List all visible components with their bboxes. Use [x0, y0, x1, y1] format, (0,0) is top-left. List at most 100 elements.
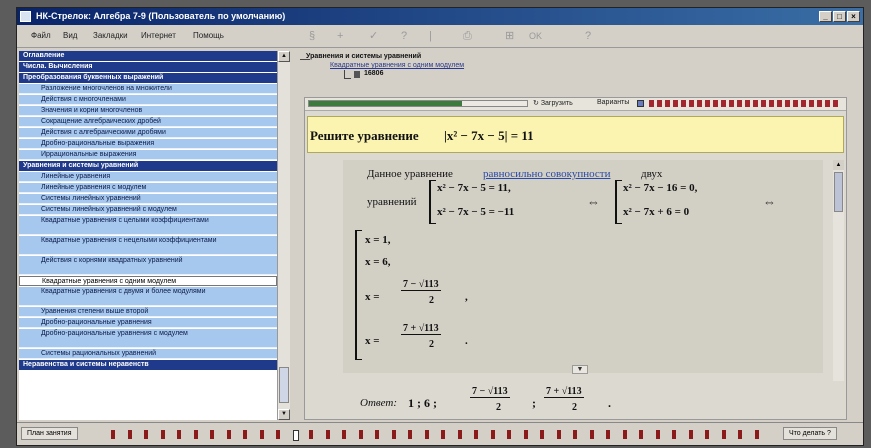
- maximize-button[interactable]: □: [833, 11, 846, 22]
- check-icon[interactable]: ✓: [369, 30, 378, 42]
- lesson-step-marker[interactable]: [358, 430, 363, 439]
- lesson-step-marker[interactable]: [507, 430, 511, 439]
- close-button[interactable]: ×: [847, 11, 860, 22]
- variant-marker[interactable]: [729, 100, 734, 107]
- lesson-step-marker[interactable]: [754, 430, 759, 439]
- toc-item[interactable]: Квадратные уравнения с одним модулем: [19, 276, 277, 286]
- scroll-thumb[interactable]: [279, 367, 289, 403]
- variant-marker[interactable]: [809, 100, 814, 107]
- tree-child-link[interactable]: Квадратные уравнения с одним модулем: [330, 62, 464, 69]
- lesson-step-marker[interactable]: [589, 430, 594, 439]
- variant-marker[interactable]: [721, 100, 726, 107]
- ok-button[interactable]: OK: [529, 31, 542, 41]
- lesson-step-marker[interactable]: [573, 430, 577, 439]
- lesson-step-marker[interactable]: [672, 430, 676, 439]
- variant-marker[interactable]: [769, 100, 774, 107]
- lesson-step-marker[interactable]: [309, 430, 313, 439]
- collapse-chevron-icon[interactable]: ▼: [572, 365, 588, 374]
- lesson-step-marker[interactable]: [210, 430, 214, 439]
- variant-grid-icon[interactable]: [637, 100, 644, 107]
- lesson-step-marker[interactable]: [424, 430, 429, 439]
- toc-item[interactable]: Уравнения степени выше второй: [19, 307, 277, 317]
- toc-item[interactable]: Линейные уравнения с модулем: [19, 183, 277, 193]
- lesson-step-marker[interactable]: [292, 430, 299, 441]
- toc-section-heading[interactable]: Числа. Вычисления: [19, 62, 277, 72]
- variant-marker[interactable]: [761, 100, 766, 107]
- toc-item[interactable]: Значения и корни многочленов: [19, 106, 277, 116]
- what-to-do-button[interactable]: Что делать ?: [783, 427, 837, 440]
- lesson-step-marker[interactable]: [127, 430, 132, 439]
- add-icon[interactable]: +: [337, 30, 343, 42]
- lesson-step-marker[interactable]: [441, 430, 445, 439]
- variant-marker[interactable]: [689, 100, 694, 107]
- lesson-plan-button[interactable]: План занятия: [21, 427, 78, 440]
- lesson-step-marker[interactable]: [705, 430, 709, 439]
- tree-root[interactable]: Уравнения и системы уравнений: [306, 53, 421, 60]
- tree-leaf[interactable]: 16806: [364, 70, 383, 77]
- variant-marker[interactable]: [825, 100, 830, 107]
- scroll-down-arrow-icon[interactable]: ▼: [278, 409, 290, 420]
- equivalence-link[interactable]: равносильно совокупности: [483, 168, 610, 180]
- toc-item[interactable]: Квадратные уравнения с целыми коэффициен…: [19, 216, 277, 235]
- lesson-step-marker[interactable]: [375, 430, 379, 439]
- variant-marker[interactable]: [777, 100, 782, 107]
- lesson-step-marker[interactable]: [243, 430, 247, 439]
- hint-icon[interactable]: ?: [401, 30, 407, 42]
- toc-item[interactable]: Квадратные уравнения с нецелыми коэффици…: [19, 236, 277, 255]
- lesson-step-marker[interactable]: [622, 430, 627, 439]
- lesson-step-marker[interactable]: [540, 430, 544, 439]
- lesson-step-marker[interactable]: [655, 430, 660, 439]
- toc-item[interactable]: Системы линейных уравнений: [19, 194, 277, 204]
- lesson-step-marker[interactable]: [111, 430, 115, 439]
- toc-section-heading[interactable]: Оглавление: [19, 51, 277, 61]
- variant-marker[interactable]: [673, 100, 678, 107]
- variant-marker[interactable]: [657, 100, 662, 107]
- toc-section-heading[interactable]: Преобразования буквенных выражений: [19, 73, 277, 83]
- toc-item[interactable]: Иррациональные выражения: [19, 150, 277, 160]
- variant-marker[interactable]: [737, 100, 742, 107]
- toc-item[interactable]: Разложение многочленов на множители: [19, 84, 277, 94]
- lesson-step-marker[interactable]: [457, 430, 462, 439]
- scroll-up-arrow-icon[interactable]: ▲: [278, 51, 290, 62]
- toc-section-heading[interactable]: Неравенства и системы неравенств: [19, 360, 277, 370]
- menu-view[interactable]: Вид: [63, 31, 77, 40]
- variant-marker[interactable]: [745, 100, 750, 107]
- scroll-up-arrow-icon[interactable]: ▲: [833, 160, 844, 170]
- toc-item[interactable]: Системы линейных уравнений с модулем: [19, 205, 277, 215]
- variant-marker[interactable]: [665, 100, 670, 107]
- menu-internet[interactable]: Интернет: [141, 31, 176, 40]
- toc-item[interactable]: Дробно-рациональные уравнения: [19, 318, 277, 328]
- variant-marker[interactable]: [681, 100, 686, 107]
- print-icon[interactable]: ⎙: [463, 30, 472, 42]
- toc-item[interactable]: Квадратные уравнения с двумя и более мод…: [19, 287, 277, 306]
- lesson-step-marker[interactable]: [193, 430, 198, 439]
- scroll-thumb[interactable]: [834, 172, 843, 212]
- variant-marker[interactable]: [705, 100, 710, 107]
- lesson-step-marker[interactable]: [177, 430, 181, 439]
- toc-item[interactable]: Дробно-рациональные выражения: [19, 139, 277, 149]
- variants-button[interactable]: Варианты: [597, 99, 629, 106]
- toc-item[interactable]: Линейные уравнения: [19, 172, 277, 182]
- lesson-step-marker[interactable]: [391, 430, 396, 439]
- menu-file[interactable]: Файл: [31, 31, 51, 40]
- minimize-button[interactable]: _: [819, 11, 832, 22]
- lesson-step-marker[interactable]: [160, 430, 165, 439]
- lesson-step-marker[interactable]: [259, 430, 264, 439]
- lesson-step-marker[interactable]: [523, 430, 528, 439]
- variant-marker[interactable]: [713, 100, 718, 107]
- toc-section-heading[interactable]: Уравнения и системы уравнений: [19, 161, 277, 171]
- lesson-step-marker[interactable]: [408, 430, 412, 439]
- solution-scrollbar[interactable]: ▲: [833, 160, 844, 381]
- lesson-step-marker[interactable]: [688, 430, 693, 439]
- lesson-step-marker[interactable]: [226, 430, 231, 439]
- toc-item[interactable]: Сокращение алгебраических дробей: [19, 117, 277, 127]
- help-icon[interactable]: ?: [585, 30, 591, 42]
- variant-marker[interactable]: [753, 100, 758, 107]
- lesson-step-marker[interactable]: [639, 430, 643, 439]
- lesson-step-marker[interactable]: [342, 430, 346, 439]
- lesson-step-marker[interactable]: [606, 430, 610, 439]
- variant-marker[interactable]: [793, 100, 798, 107]
- variant-marker[interactable]: [801, 100, 806, 107]
- menu-help[interactable]: Помощь: [193, 31, 224, 40]
- load-button[interactable]: ↻ Загрузить: [533, 99, 573, 107]
